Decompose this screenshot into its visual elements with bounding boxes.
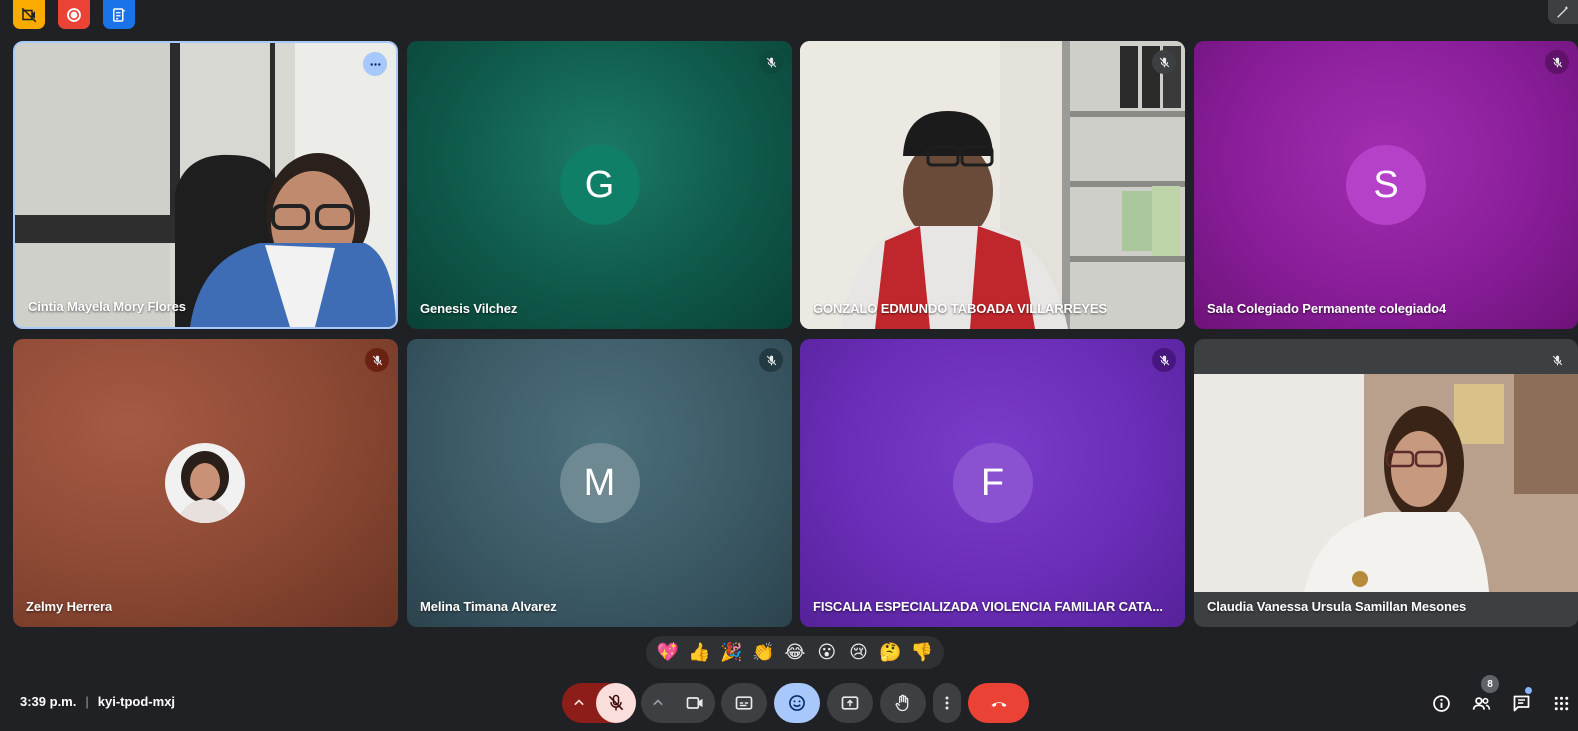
reaction-thinking[interactable]: 🤔 <box>876 639 904 667</box>
participant-tile[interactable]: G Genesis Vilchez <box>407 41 792 329</box>
participant-video-feed <box>800 41 1185 329</box>
more-horiz-icon <box>370 62 380 66</box>
chevron-up-icon <box>653 699 663 706</box>
avatar: S <box>1346 145 1426 225</box>
reaction-party[interactable]: 🎉 <box>717 639 745 667</box>
mic-off-icon <box>759 50 783 74</box>
info-icon <box>1432 694 1450 712</box>
camera-control-group <box>641 683 715 723</box>
top-status-icons <box>13 0 135 29</box>
chat-notification-dot <box>1525 687 1532 694</box>
present-screen-button[interactable] <box>827 683 873 723</box>
mic-off-icon <box>608 694 624 711</box>
call-controls <box>0 683 1578 723</box>
mic-off-icon <box>1152 348 1176 372</box>
magic-edit-icon[interactable] <box>1548 0 1578 24</box>
reaction-sad[interactable]: 😢 <box>844 639 872 667</box>
call-end-icon <box>991 702 1006 707</box>
participant-name: FISCALIA ESPECIALIZADA VIOLENCIA FAMILIA… <box>813 599 1163 614</box>
video-options-button[interactable] <box>641 683 675 723</box>
camera-toggle-button[interactable] <box>675 683 715 723</box>
participant-name: Sala Colegiado Permanente colegiado4 <box>1207 301 1447 316</box>
participant-tile[interactable]: Claudia Vanessa Ursula Samillan Mesones <box>1194 339 1578 627</box>
mic-off-icon <box>1545 348 1569 372</box>
chevron-up-icon <box>574 699 584 706</box>
participant-tile[interactable]: GONZALO EDMUNDO TABOADA VILLARREYES <box>800 41 1185 329</box>
chat-button[interactable] <box>1501 683 1541 723</box>
avatar <box>165 443 245 523</box>
audio-options-button[interactable] <box>562 683 596 723</box>
hand-icon <box>895 694 909 712</box>
reaction-thumbs-up[interactable]: 👍 <box>686 639 714 667</box>
reaction-thumbs-down[interactable]: 👎 <box>908 639 936 667</box>
avatar: G <box>559 145 640 225</box>
present-to-all-icon <box>841 696 859 710</box>
mic-toggle-button[interactable] <box>596 683 636 723</box>
people-icon <box>1472 696 1490 710</box>
participant-tile[interactable]: S Sala Colegiado Permanente colegiado4 <box>1194 41 1578 329</box>
notes-icon[interactable] <box>103 0 135 29</box>
more-options-button[interactable] <box>363 52 387 76</box>
reactions-button[interactable] <box>774 683 820 723</box>
participant-video-feed <box>15 43 396 327</box>
participant-tile[interactable]: Cintia Mayela Mory Flores <box>13 41 398 329</box>
participant-name: Cintia Mayela Mory Flores <box>28 299 186 314</box>
avatar: M <box>559 443 640 523</box>
participant-name: Genesis Vilchez <box>420 301 518 316</box>
mic-off-icon <box>365 348 389 372</box>
reaction-laugh[interactable]: 😂 <box>781 639 809 667</box>
captions-button[interactable] <box>721 683 767 723</box>
more-options-button[interactable] <box>933 683 961 723</box>
mic-off-icon <box>759 348 783 372</box>
leave-call-button[interactable] <box>968 683 1029 723</box>
chat-icon <box>1513 695 1529 711</box>
mic-off-icon <box>1545 50 1569 74</box>
activities-button[interactable] <box>1541 683 1578 723</box>
participant-name: Zelmy Herrera <box>26 599 113 614</box>
no-video-indicator-icon[interactable] <box>13 0 45 29</box>
participant-tile[interactable]: M Melina Timana Alvarez <box>407 339 792 627</box>
reaction-clap[interactable]: 👏 <box>749 639 777 667</box>
people-count-badge: 8 <box>1481 675 1499 693</box>
reaction-surprised[interactable]: 😮 <box>813 639 841 667</box>
participant-tile[interactable]: Zelmy Herrera <box>13 339 398 627</box>
raise-hand-button[interactable] <box>880 683 926 723</box>
videocam-icon <box>686 697 703 709</box>
participant-name: Melina Timana Alvarez <box>420 599 557 614</box>
more-vert-icon <box>945 696 949 710</box>
reaction-heart[interactable]: 💖 <box>654 639 682 667</box>
reactions-bar: 💖 👍 🎉 👏 😂 😮 😢 🤔 👎 <box>646 636 944 669</box>
participant-name: Claudia Vanessa Ursula Samillan Mesones <box>1207 599 1467 614</box>
mic-off-icon <box>1152 50 1176 74</box>
emoji-icon <box>789 695 805 711</box>
participant-tile[interactable]: F FISCALIA ESPECIALIZADA VIOLENCIA FAMIL… <box>800 339 1185 627</box>
recording-icon[interactable] <box>58 0 90 29</box>
closed-captions-icon <box>735 696 753 710</box>
apps-grid-icon <box>1554 696 1568 710</box>
mic-control-group <box>562 683 636 723</box>
meeting-details-button[interactable] <box>1421 683 1461 723</box>
avatar: F <box>952 443 1033 523</box>
participant-video-feed <box>1194 374 1578 592</box>
participant-name: GONZALO EDMUNDO TABOADA VILLARREYES <box>813 301 1108 316</box>
